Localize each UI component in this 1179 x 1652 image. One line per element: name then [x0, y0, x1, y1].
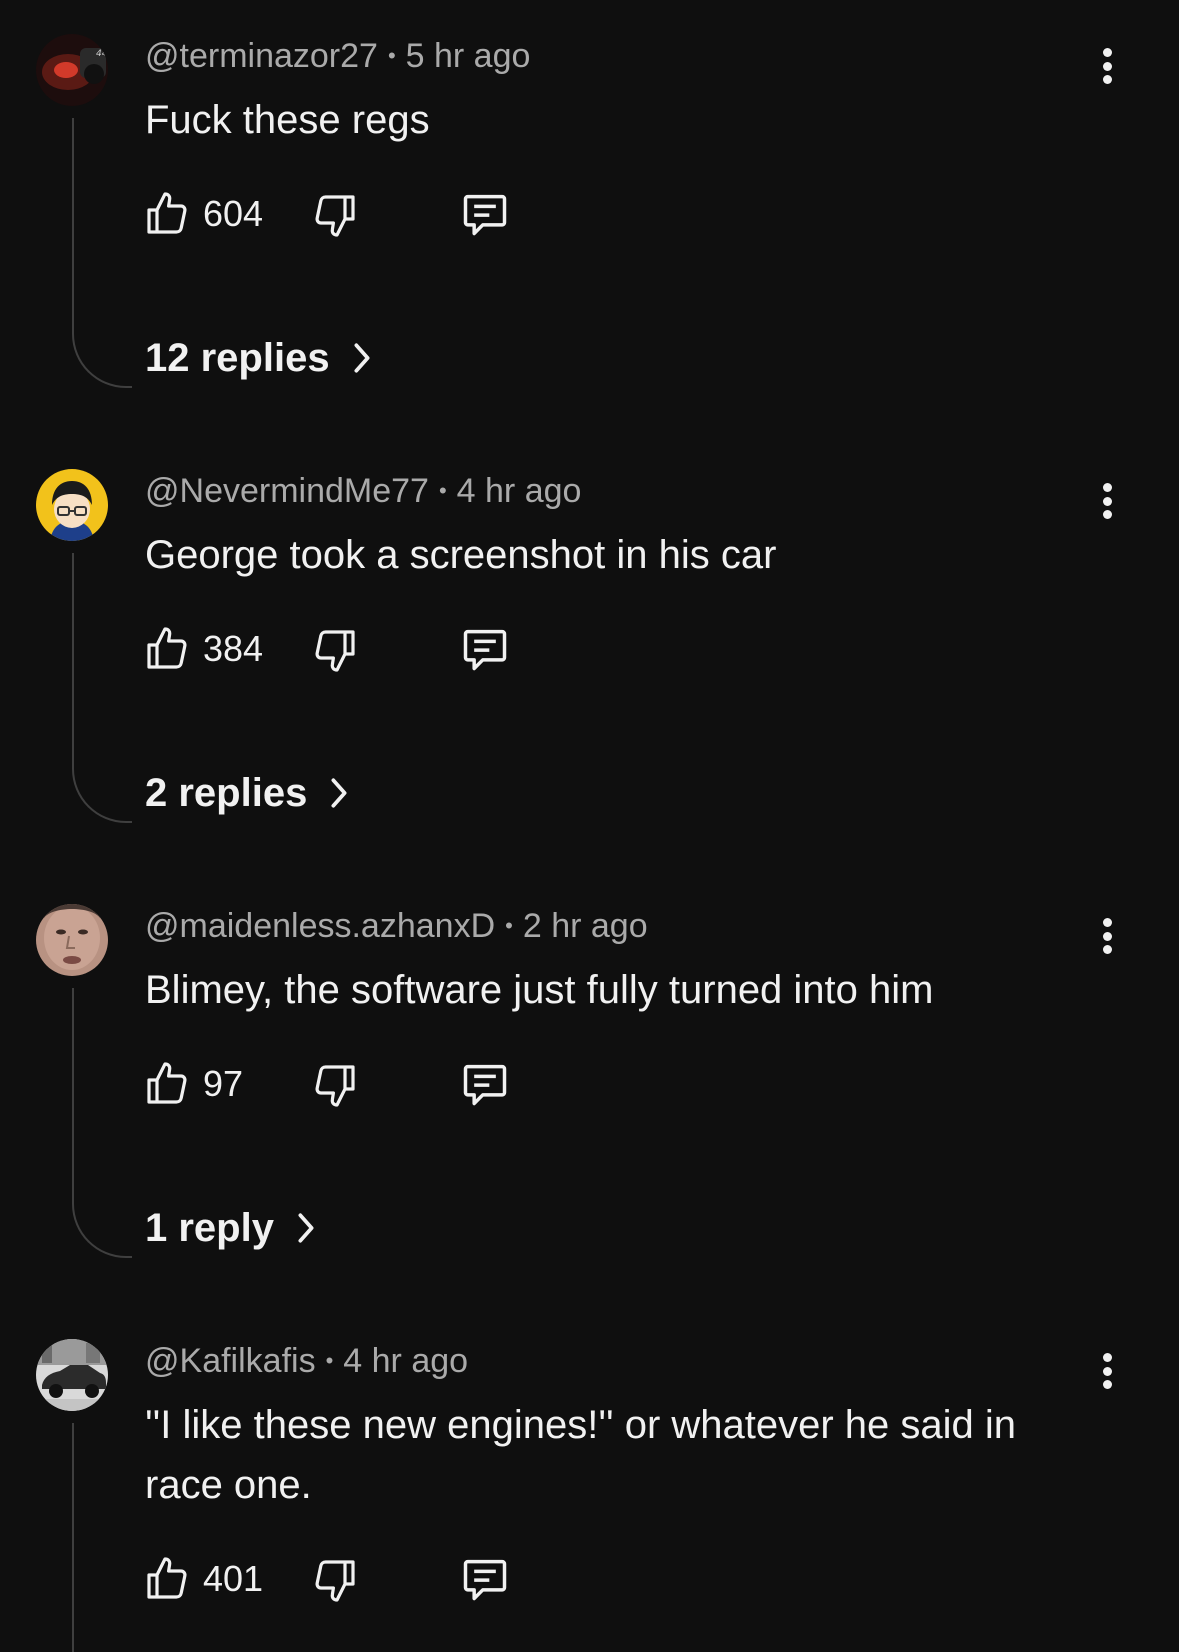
car-photo-avatar-icon	[36, 1339, 108, 1411]
svg-text:44: 44	[96, 49, 108, 59]
comment-author[interactable]: @NevermindMe77	[145, 472, 429, 510]
reply-button[interactable]	[459, 188, 511, 240]
comment-text: George took a screenshot in his car	[145, 533, 777, 577]
comment-header: @Kafilkafis • 4 hr ago	[145, 1341, 468, 1381]
comment-icon	[463, 1064, 507, 1106]
more-vertical-icon[interactable]	[1090, 479, 1124, 523]
more-vertical-icon[interactable]	[1090, 914, 1124, 958]
separator-dot: •	[387, 43, 396, 68]
separator-dot: •	[505, 913, 513, 938]
reply-button[interactable]	[459, 623, 511, 675]
comment-icon	[463, 629, 507, 671]
like-button[interactable]: 97	[143, 1058, 243, 1110]
like-count: 97	[203, 1063, 244, 1104]
thumbs-down-icon	[315, 195, 355, 237]
reply-button[interactable]	[459, 1058, 511, 1110]
comment-header: @maidenless.azhanxD • 2 hr ago	[145, 906, 648, 946]
reply-button[interactable]	[459, 1553, 511, 1605]
thread-connector	[72, 553, 132, 823]
comment-icon	[463, 1559, 507, 1601]
dislike-button[interactable]	[311, 190, 359, 240]
replies-count: 1 reply	[145, 1206, 274, 1250]
thread-connector	[72, 118, 132, 388]
comment-time[interactable]: 5 hr ago	[406, 37, 531, 75]
chevron-right-icon	[354, 343, 370, 373]
like-button[interactable]: 604	[143, 188, 263, 240]
thumbs-up-icon	[147, 1062, 187, 1104]
like-button[interactable]: 401	[143, 1553, 263, 1605]
separator-dot: •	[325, 1348, 334, 1373]
chevron-right-icon	[298, 1213, 314, 1243]
comment-author[interactable]: @Kafilkafis	[145, 1342, 316, 1380]
like-count: 384	[203, 628, 264, 669]
comment-author[interactable]: @terminazor27	[145, 37, 378, 75]
thread-connector	[72, 988, 132, 1258]
comment-author[interactable]: @maidenless.azhanxD	[145, 907, 495, 945]
avatar[interactable]	[36, 469, 108, 541]
avatar[interactable]	[36, 904, 108, 976]
more-vertical-icon[interactable]	[1090, 1349, 1124, 1393]
thumbs-down-icon	[315, 630, 355, 672]
comment-text: ''I like these new engines!'' or whateve…	[145, 1403, 1017, 1507]
separator-dot: •	[438, 478, 447, 503]
like-count: 401	[203, 1558, 264, 1599]
comment-time[interactable]: 4 hr ago	[457, 472, 582, 510]
dislike-button[interactable]	[311, 1060, 359, 1110]
comment-header: @terminazor27 • 5 hr ago	[145, 36, 530, 76]
race-car-avatar-icon: 44	[36, 34, 108, 106]
thumbs-down-icon	[315, 1065, 355, 1107]
avatar[interactable]: 44	[36, 34, 108, 106]
dislike-button[interactable]	[311, 1555, 359, 1605]
replies-count: 2 replies	[145, 771, 308, 815]
chevron-right-icon	[331, 778, 347, 808]
thumbs-up-icon	[147, 192, 187, 234]
view-replies-link[interactable]: 12 replies	[145, 333, 376, 383]
thumbs-down-icon	[315, 1560, 355, 1602]
thread-connector	[72, 1423, 132, 1652]
comment-time[interactable]: 4 hr ago	[343, 1342, 468, 1380]
cartoon-character-avatar-icon	[36, 469, 108, 541]
replies-count: 12 replies	[145, 336, 330, 380]
dislike-button[interactable]	[311, 625, 359, 675]
thumbs-up-icon	[147, 1557, 187, 1599]
view-replies-link[interactable]: 2 replies	[145, 768, 353, 818]
comment-time[interactable]: 2 hr ago	[523, 907, 648, 945]
avatar[interactable]	[36, 1339, 108, 1411]
comments-feed: 44 @terminazor27 • 5 hr ago Fuck these reg…	[0, 0, 1179, 1652]
comment-text: Blimey, the software just fully turned i…	[145, 968, 934, 1012]
more-vertical-icon[interactable]	[1090, 44, 1124, 88]
like-count: 604	[203, 193, 264, 234]
comment-icon	[463, 194, 507, 236]
comment-header: @NevermindMe77 • 4 hr ago	[145, 471, 581, 511]
like-button[interactable]: 384	[143, 623, 263, 675]
face-photo-avatar-icon	[36, 904, 108, 976]
thumbs-up-icon	[147, 627, 187, 669]
view-replies-link[interactable]: 1 reply	[145, 1203, 320, 1253]
comment-text: Fuck these regs	[145, 98, 430, 142]
